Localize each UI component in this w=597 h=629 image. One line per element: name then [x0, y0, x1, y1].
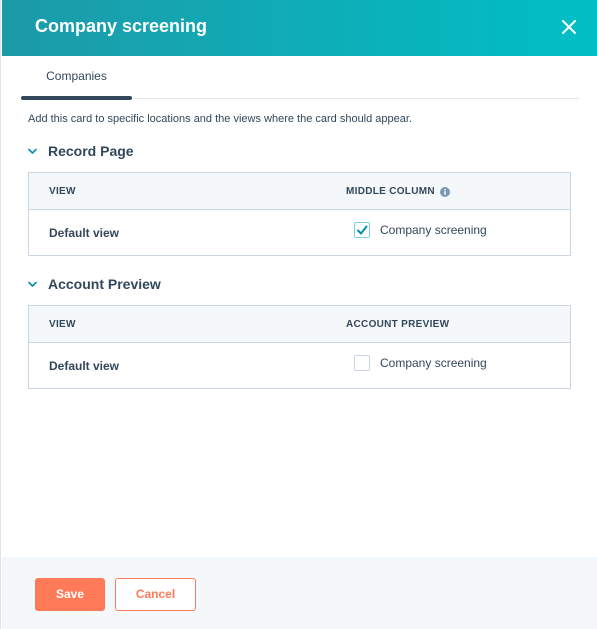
column-header-middle-column: MIDDLE COLUMN [346, 186, 450, 197]
info-icon[interactable] [439, 186, 450, 197]
view-name: Default view [49, 359, 120, 373]
checkbox-label: Company screening [380, 223, 487, 237]
table-row: Default view Company screening [29, 343, 570, 388]
column-header-account-preview-label: ACCOUNT PREVIEW [346, 319, 450, 330]
section-title-record-page: Record Page [48, 143, 134, 159]
table-header: VIEW ACCOUNT PREVIEW [29, 306, 570, 343]
modal-title: Company screening [35, 16, 208, 36]
column-header-view: VIEW [49, 319, 76, 330]
tab-companies[interactable]: Companies [21, 56, 132, 100]
checkbox-label: Company screening [380, 356, 487, 370]
chevron-down-icon [28, 281, 37, 287]
section-toggle-record-page[interactable]: Record Page [27, 141, 134, 161]
close-icon [562, 20, 576, 34]
middle-column-checkbox[interactable] [354, 222, 370, 238]
column-header-account-preview: ACCOUNT PREVIEW [346, 319, 449, 330]
checkmark-icon [357, 225, 368, 235]
company-screening-modal: Company screening Companies Add this car… [0, 0, 597, 629]
cancel-button[interactable]: Cancel [115, 578, 196, 611]
modal-header: Company screening [2, 0, 597, 56]
card-location-description: Add this card to specific locations and … [28, 113, 413, 125]
section-toggle-account-preview[interactable]: Account Preview [27, 274, 161, 294]
section-title-account-preview: Account Preview [48, 276, 161, 292]
record-page-table: VIEW MIDDLE COLUMN Default view Company … [28, 172, 571, 256]
table-row: Default view Company screening [29, 210, 570, 255]
active-tab-indicator [21, 96, 132, 100]
column-header-middle-column-label: MIDDLE COLUMN [346, 186, 435, 197]
account-preview-checkbox-option[interactable]: Company screening [354, 355, 487, 371]
tab-companies-label: Companies [46, 69, 107, 83]
column-header-view-label: VIEW [49, 319, 76, 330]
middle-column-checkbox-option[interactable]: Company screening [354, 222, 487, 238]
column-header-view-label: VIEW [49, 186, 76, 197]
account-preview-table: VIEW ACCOUNT PREVIEW Default view Compan… [28, 305, 571, 389]
account-preview-checkbox[interactable] [354, 355, 370, 371]
table-header: VIEW MIDDLE COLUMN [29, 173, 570, 210]
view-name: Default view [49, 226, 120, 240]
tab-bar: Companies [21, 56, 579, 100]
chevron-down-icon [28, 148, 37, 154]
save-button[interactable]: Save [35, 578, 105, 611]
column-header-view: VIEW [49, 186, 76, 197]
modal-footer: Save Cancel [2, 557, 597, 629]
close-button[interactable] [560, 18, 578, 36]
